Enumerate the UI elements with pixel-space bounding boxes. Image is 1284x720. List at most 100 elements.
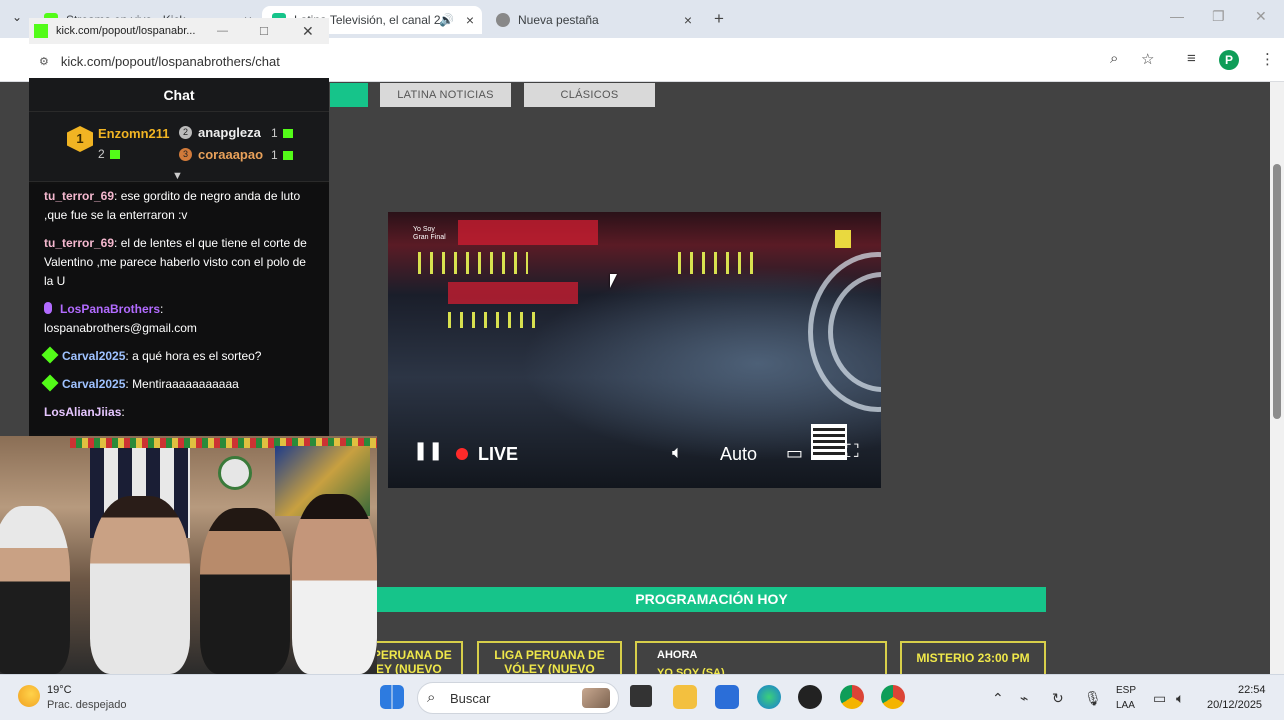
chat-username[interactable]: LosAlianJiias <box>44 405 121 419</box>
zoom-icon[interactable]: ⌕ <box>1110 50 1118 67</box>
leader-3-count: 1 <box>271 148 278 162</box>
app-icon[interactable] <box>798 685 822 709</box>
leader-3-name[interactable]: coraaapao <box>198 147 263 162</box>
window-close-icon[interactable]: ✕ <box>1255 8 1267 25</box>
pip-icon[interactable]: ▭ <box>786 443 803 464</box>
site-info-icon[interactable]: ⚙ <box>39 55 49 68</box>
chat-username[interactable]: LosPanaBrothers <box>60 302 160 316</box>
wall-clock <box>218 456 252 490</box>
network-icon[interactable]: ⌁ <box>1020 690 1028 707</box>
video-player[interactable]: Yo Soy Gran Final ❚❚ LIVE 🔈︎ Auto ▭ ⛶ <box>388 212 881 488</box>
chat-message: LosAlianJiias: <box>44 405 125 419</box>
leader-2-name[interactable]: anapgleza <box>198 125 261 140</box>
media-control-icon[interactable]: ≡ <box>1187 50 1196 67</box>
popout-url-bar[interactable]: ⚙ kick.com/popout/lospanabrothers/chat <box>29 44 329 78</box>
collapse-chevron-icon[interactable]: ▼ <box>172 170 183 182</box>
leader-2-count: 1 <box>271 126 278 140</box>
leaderboard: 1 Enzomn211 2 2 anapgleza 1 3 coraaapao … <box>29 112 329 182</box>
profile-avatar[interactable]: P <box>1219 50 1239 70</box>
popout-titlebar: kick.com/popout/lospanabr... — ☐ ✕ <box>29 18 329 44</box>
close-tab-icon[interactable]: × <box>684 12 692 28</box>
weather-icon[interactable] <box>18 685 40 707</box>
category-latina-noticias[interactable]: LATINA NOTICIAS <box>380 83 511 107</box>
now-badge: AHORA <box>657 649 698 661</box>
chat-messages: tu_terror_69: ese gordito de negro anda … <box>29 184 329 434</box>
program-tag: Yo Soy Gran Final <box>413 226 446 241</box>
kick-logo-icon <box>34 24 48 38</box>
language-top[interactable]: ESP <box>1116 685 1136 696</box>
file-explorer-icon[interactable] <box>673 685 697 709</box>
tab-search-chevron-icon[interactable]: ⌄ <box>12 10 22 24</box>
volume-tray-icon[interactable]: 🔈︎ <box>1176 690 1184 707</box>
close-tab-icon[interactable]: × <box>466 12 474 28</box>
more-menu-icon[interactable]: ⋮ <box>1260 50 1275 68</box>
schedule-item[interactable]: LIGA PERUANA DE VÓLEY (NUEVO <box>477 641 622 674</box>
stage-lights <box>448 312 538 328</box>
leader-1-name[interactable]: Enzomn211 <box>98 126 170 141</box>
weather-temp[interactable]: 19°C <box>47 684 72 696</box>
chat-text: Mentiraaaaaaaaaaa <box>132 377 239 391</box>
rank-3-badge-icon: 3 <box>179 148 192 161</box>
page-scrollbar[interactable] <box>1270 82 1284 674</box>
tab-new-tab[interactable]: Nueva pestaña × <box>486 6 700 34</box>
popout-close-icon[interactable]: ✕ <box>302 23 314 40</box>
popout-title: kick.com/popout/lospanabr... <box>56 25 196 37</box>
broadcaster-mic-icon <box>44 302 52 314</box>
edge-icon[interactable] <box>757 685 781 709</box>
chat-username[interactable]: Carval2025 <box>62 349 125 363</box>
sync-icon[interactable]: ↻ <box>1052 690 1064 707</box>
microphone-icon[interactable]: 🎙︎ <box>1084 690 1102 707</box>
tab-label: Nueva pestaña <box>518 13 599 27</box>
person-left <box>0 506 70 674</box>
stage-red-band <box>458 220 598 245</box>
chat-message: LosPanaBrothers: lospanabrothers@gmail.c… <box>44 302 197 335</box>
schedule-title: PROGRAMACIÓN HOY <box>377 587 1046 612</box>
restore-icon[interactable]: ❐ <box>1212 8 1225 25</box>
rank-1-badge-icon: 1 <box>67 126 93 152</box>
fullscreen-icon[interactable]: ⛶ <box>846 441 859 462</box>
quality-selector[interactable]: Auto <box>720 444 757 465</box>
chrome-favicon-icon <box>496 13 510 27</box>
schedule-item-now[interactable]: AHORA YO SOY (SA) <box>635 641 887 674</box>
stage-red-band <box>448 282 578 304</box>
gift-icon <box>283 151 293 160</box>
category-clasicos[interactable]: CLÁSICOS <box>524 83 655 107</box>
chat-message: Carval2025: Mentiraaaaaaaaaaa <box>29 372 329 400</box>
person-right <box>292 494 377 674</box>
chat-username[interactable]: Carval2025 <box>62 377 125 391</box>
scrollbar-thumb[interactable] <box>1273 164 1281 419</box>
chat-username[interactable]: tu_terror_69 <box>44 189 114 203</box>
task-view-icon[interactable] <box>630 685 652 707</box>
tray-chevron-icon[interactable]: ⌃ <box>992 690 1004 707</box>
taskbar-search[interactable]: ⌕ Buscar <box>417 682 619 714</box>
chrome-profile-icon[interactable] <box>881 685 905 709</box>
search-placeholder: Buscar <box>450 690 491 706</box>
speaker-icon[interactable]: 🔊 <box>439 13 454 27</box>
subscriber-gem-icon <box>41 374 59 392</box>
person-glasses <box>90 496 190 674</box>
new-tab-button[interactable]: + <box>714 9 724 29</box>
bookmark-star-icon[interactable]: ☆ <box>1141 50 1154 68</box>
schedule-item[interactable]: MISTERIO 23:00 PM <box>900 641 1046 674</box>
microsoft-store-icon[interactable] <box>715 685 739 709</box>
minimize-icon[interactable]: — <box>1170 8 1184 24</box>
volume-icon[interactable]: 🔈︎ <box>672 442 683 463</box>
chat-username[interactable]: tu_terror_69 <box>44 236 114 250</box>
display-icon[interactable]: ▭ <box>1153 690 1166 707</box>
chat-text: a qué hora es el sorteo? <box>132 349 262 363</box>
qr-code <box>811 424 847 460</box>
language-bottom[interactable]: LAA <box>1116 700 1135 711</box>
rank-2-badge-icon: 2 <box>179 126 192 139</box>
popout-minimize-icon[interactable]: — <box>217 25 228 37</box>
category-tab-active[interactable] <box>330 83 368 107</box>
pause-icon[interactable]: ❚❚ <box>413 440 443 461</box>
windows-start-icon[interactable] <box>380 685 404 709</box>
weather-desc[interactable]: Prac. despejado <box>47 699 127 711</box>
live-label: LIVE <box>478 444 519 464</box>
live-dot-icon <box>456 448 468 460</box>
subscriber-gem-icon <box>41 346 59 364</box>
clock-date[interactable]: 20/12/2025 <box>1207 699 1262 711</box>
clock-time[interactable]: 22:54 <box>1238 684 1266 696</box>
chrome-icon[interactable] <box>840 685 864 709</box>
popout-maximize-icon[interactable]: ☐ <box>259 25 269 38</box>
